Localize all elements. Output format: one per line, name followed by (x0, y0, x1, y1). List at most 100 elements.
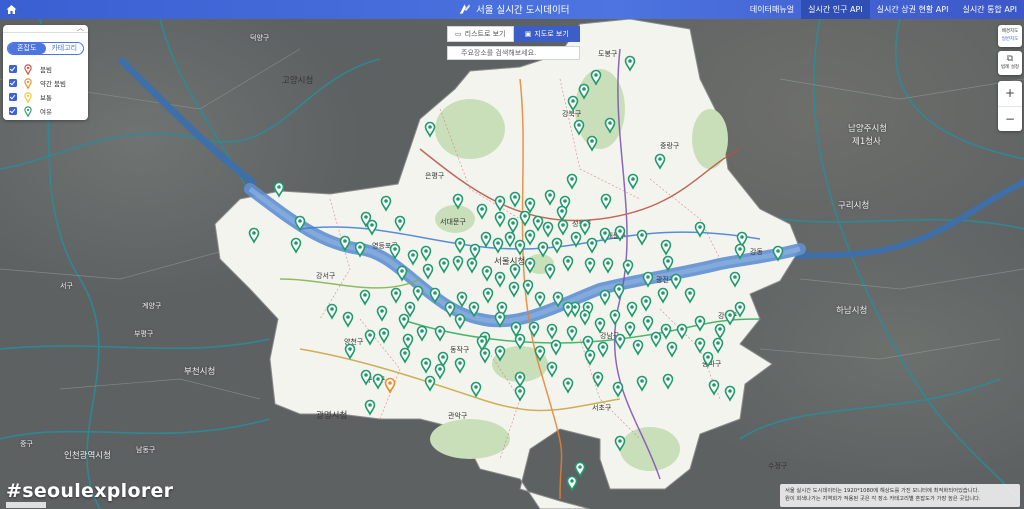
nav-realtime-commerce-api[interactable]: 실시간 상권 현황 API (870, 0, 956, 19)
place-marker[interactable] (636, 375, 648, 392)
place-marker[interactable] (550, 339, 562, 356)
place-marker[interactable] (452, 255, 464, 272)
place-marker[interactable] (676, 323, 688, 340)
place-marker[interactable] (468, 301, 480, 318)
place-marker[interactable] (636, 229, 648, 246)
place-marker[interactable] (396, 265, 408, 282)
place-marker[interactable] (509, 191, 521, 208)
checkbox-crowded[interactable] (9, 65, 17, 73)
place-marker[interactable] (412, 285, 424, 302)
place-marker[interactable] (570, 231, 582, 248)
place-marker[interactable] (582, 335, 594, 352)
place-marker[interactable] (416, 325, 428, 342)
place-marker[interactable] (579, 309, 591, 326)
place-marker[interactable] (604, 117, 616, 134)
place-marker[interactable] (273, 181, 285, 198)
place-marker[interactable] (609, 309, 621, 326)
place-marker[interactable] (360, 369, 372, 386)
zoom-out-button[interactable]: − (998, 106, 1022, 131)
place-marker[interactable] (534, 345, 546, 362)
place-marker[interactable] (562, 377, 574, 394)
place-marker[interactable] (557, 219, 569, 236)
place-marker[interactable] (712, 337, 724, 354)
place-marker[interactable] (566, 325, 578, 342)
place-marker[interactable] (290, 237, 302, 254)
place-marker[interactable] (384, 377, 396, 394)
place-marker[interactable] (532, 215, 544, 232)
place-marker[interactable] (454, 357, 466, 374)
place-marker[interactable] (654, 153, 666, 170)
place-marker[interactable] (376, 305, 388, 322)
place-marker[interactable] (504, 231, 516, 248)
place-marker[interactable] (378, 327, 390, 344)
place-marker[interactable] (694, 221, 706, 238)
place-marker[interactable] (632, 339, 644, 356)
place-marker[interactable] (600, 193, 612, 210)
place-marker[interactable] (662, 255, 674, 272)
place-marker[interactable] (614, 333, 626, 350)
place-marker[interactable] (398, 313, 410, 330)
place-marker[interactable] (670, 273, 682, 290)
place-marker[interactable] (724, 385, 736, 402)
place-marker[interactable] (481, 265, 493, 282)
legend-item-crowded[interactable]: 붐빔 (9, 62, 66, 76)
place-marker[interactable] (390, 287, 402, 304)
place-marker[interactable] (599, 289, 611, 306)
place-marker[interactable] (248, 227, 260, 244)
place-marker[interactable] (494, 211, 506, 228)
place-marker[interactable] (597, 341, 609, 358)
place-marker[interactable] (724, 309, 736, 326)
place-marker[interactable] (452, 193, 464, 210)
place-marker[interactable] (534, 291, 546, 308)
legend-collapse-handle[interactable]: ︿ (3, 24, 88, 33)
place-marker[interactable] (542, 221, 554, 238)
place-marker[interactable] (492, 237, 504, 254)
legend-item-slightly-crowded[interactable]: 약간 붐빔 (9, 76, 66, 90)
place-marker[interactable] (734, 301, 746, 318)
place-marker[interactable] (494, 271, 506, 288)
place-marker[interactable] (420, 245, 432, 262)
place-marker[interactable] (339, 235, 351, 252)
place-marker[interactable] (294, 215, 306, 232)
place-marker[interactable] (614, 225, 626, 242)
place-marker[interactable] (354, 241, 366, 258)
place-marker[interactable] (456, 291, 468, 308)
place-marker[interactable] (404, 301, 416, 318)
checkbox-slightly-crowded[interactable] (9, 79, 17, 87)
place-marker[interactable] (402, 333, 414, 350)
map-view-button[interactable]: ▣ 지도로 보기 (513, 26, 580, 42)
place-marker[interactable] (524, 229, 536, 246)
place-marker[interactable] (524, 257, 536, 274)
place-marker[interactable] (578, 83, 590, 100)
place-marker[interactable] (662, 373, 674, 390)
place-marker[interactable] (544, 189, 556, 206)
place-marker[interactable] (444, 301, 456, 318)
place-marker[interactable] (590, 69, 602, 86)
place-marker[interactable] (424, 375, 436, 392)
place-marker[interactable] (657, 287, 669, 304)
place-marker[interactable] (438, 257, 450, 274)
legend-item-relaxed[interactable]: 여유 (9, 104, 66, 118)
place-marker[interactable] (399, 347, 411, 364)
place-marker[interactable] (522, 279, 534, 296)
place-marker[interactable] (624, 55, 636, 72)
place-marker[interactable] (344, 343, 356, 360)
place-marker[interactable] (364, 329, 376, 346)
place-marker[interactable] (586, 135, 598, 152)
place-marker[interactable] (650, 331, 662, 348)
place-marker[interactable] (519, 210, 531, 227)
place-marker[interactable] (514, 333, 526, 350)
place-marker[interactable] (364, 399, 376, 416)
place-marker[interactable] (666, 341, 678, 358)
place-marker[interactable] (640, 295, 652, 312)
home-icon[interactable] (5, 3, 18, 16)
place-marker[interactable] (574, 461, 586, 478)
place-marker[interactable] (552, 291, 564, 308)
place-marker[interactable] (372, 373, 384, 390)
nav-data-manual[interactable]: 데이터매뉴얼 (743, 0, 801, 19)
list-view-button[interactable]: ▭ 리스트로 보기 (447, 26, 514, 42)
place-marker[interactable] (627, 173, 639, 190)
place-marker[interactable] (537, 241, 549, 258)
place-marker[interactable] (524, 197, 536, 214)
place-marker[interactable] (528, 321, 540, 338)
